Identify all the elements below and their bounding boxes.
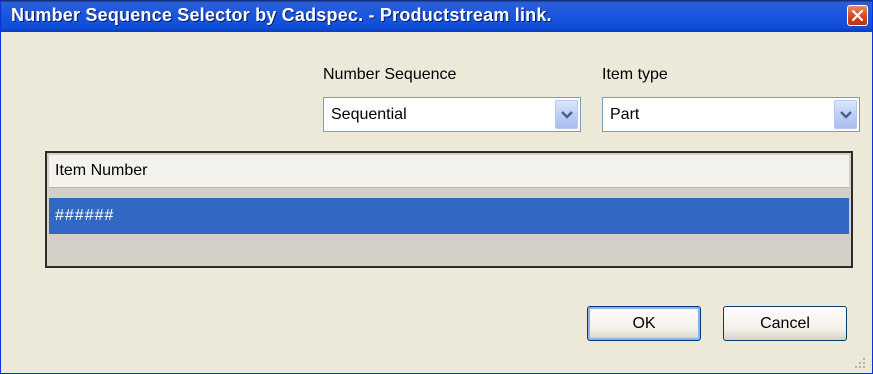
cancel-button[interactable]: Cancel [723,306,847,341]
close-icon [852,10,863,21]
item-number-cell: ###### [55,207,115,224]
title-bar[interactable]: Number Sequence Selector by Cadspec. - P… [1,0,872,32]
close-button[interactable] [847,5,868,26]
window-title: Number Sequence Selector by Cadspec. - P… [11,5,552,25]
dialog-window: Number Sequence Selector by Cadspec. - P… [0,0,873,374]
chevron-down-icon [561,111,573,119]
item-type-dropdown-button[interactable] [834,100,857,129]
chevron-down-icon [840,111,852,119]
table-row[interactable]: ###### [49,198,849,234]
item-number-grid[interactable]: Item Number ###### [45,151,853,268]
column-header-item-number[interactable]: Item Number [49,155,849,188]
resize-grip-icon[interactable] [853,356,867,370]
number-sequence-dropdown-button[interactable] [555,100,578,129]
number-sequence-label: Number Sequence [323,66,457,83]
number-sequence-dropdown[interactable]: Sequential [323,97,581,132]
ok-button[interactable]: OK [587,306,701,341]
number-sequence-value: Sequential [331,106,407,123]
item-type-label: Item type [602,66,668,83]
item-type-dropdown[interactable]: Part [602,97,860,132]
column-header-label: Item Number [55,162,148,179]
item-type-value: Part [610,106,640,123]
